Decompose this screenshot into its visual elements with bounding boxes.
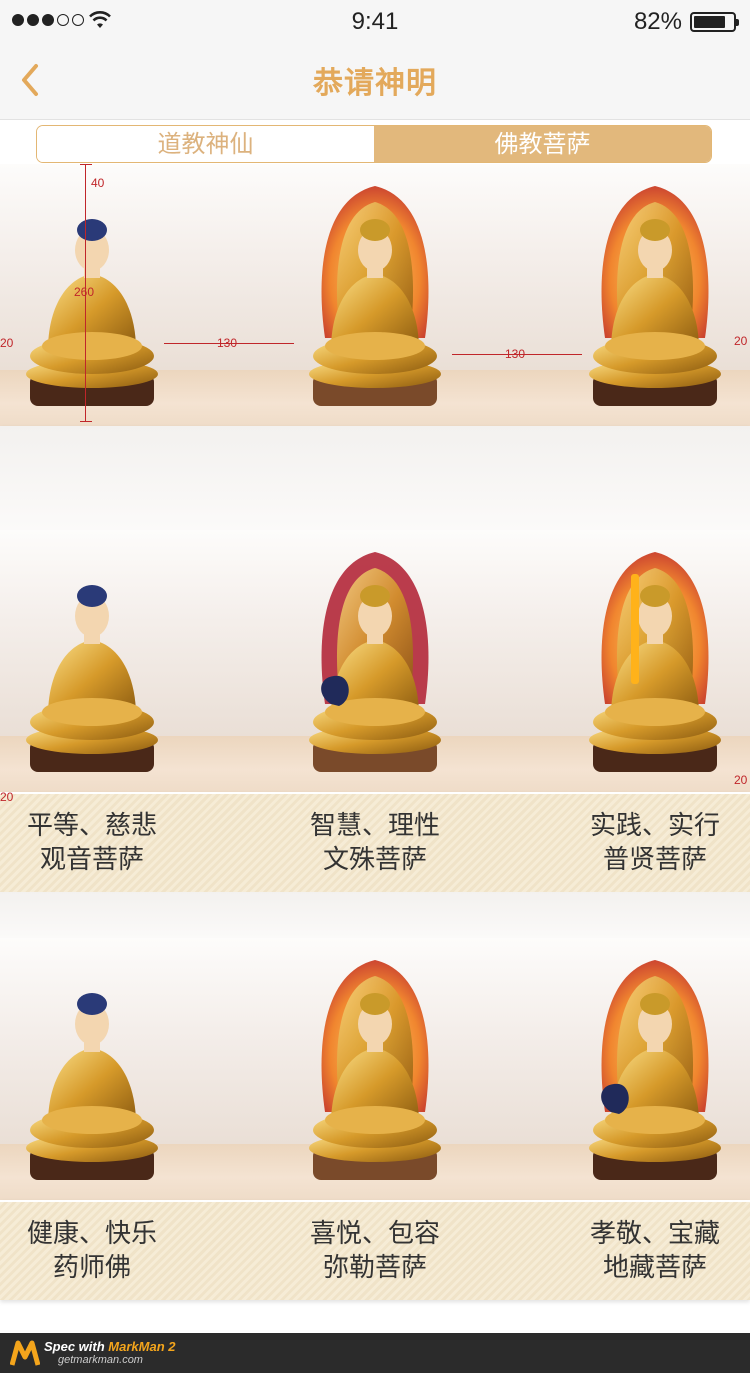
deity-name: 弥勒菩萨 [322, 1253, 427, 1283]
deity-card[interactable]: 健康、快乐 药师佛 [0, 938, 250, 1300]
footer-brand: Spec with MarkMan 2 [44, 1339, 176, 1354]
spec-height-label: 260 [74, 285, 95, 299]
tab-taoist[interactable]: 道教神仙 [37, 126, 374, 162]
deity-caption: 平等、慈悲 观音菩萨 [0, 809, 217, 877]
deity-virtue: 喜悦、包容 [309, 1219, 440, 1249]
deity-statue-image [309, 552, 441, 772]
spec-margin-left-label: 20 [0, 336, 14, 350]
spec-top-gap-label: 40 [91, 176, 105, 190]
nav-bar: 恭请神明 [0, 42, 750, 120]
deity-virtue: 实践、实行 [589, 811, 720, 841]
deity-card[interactable]: 喜悦、包容 弥勒菩萨 [250, 938, 500, 1300]
deity-statue-image [589, 960, 721, 1180]
deity-card[interactable]: 实践、实行 普贤菩萨 [500, 530, 750, 892]
row-separator [0, 426, 750, 530]
spec-margin-right-label: 20 [734, 773, 748, 787]
deity-statue-image [309, 186, 441, 406]
deity-caption: 孝敬、宝藏 地藏菩萨 [530, 1217, 750, 1285]
tab-buddhist[interactable]: 佛教菩萨 [374, 126, 711, 162]
footer-brand-name: MarkMan 2 [108, 1339, 176, 1354]
spec-gap-right-label: 130 [505, 347, 526, 361]
battery-percent: 82% [633, 8, 682, 35]
deity-card[interactable]: 智慧、理性 文殊菩萨 [250, 530, 500, 892]
deity-statue-image [26, 585, 158, 772]
spec-tick-bottom [80, 421, 92, 422]
deity-caption: 实践、实行 普贤菩萨 [530, 809, 750, 877]
category-segmented-control: 道教神仙 佛教菩萨 [36, 125, 712, 163]
deity-virtue: 智慧、理性 [309, 811, 440, 841]
deity-card[interactable]: 平等、慈悲 观音菩萨 [0, 530, 250, 892]
deity-name: 观音菩萨 [39, 845, 144, 875]
spec-gap-left-label: 130 [217, 336, 238, 350]
deity-caption: 智慧、理性 文殊菩萨 [250, 809, 500, 877]
deity-name: 药师佛 [52, 1253, 131, 1283]
spec-tick-top [80, 164, 92, 165]
markman-footer: Spec with MarkMan 2 getmarkman.com [0, 1333, 750, 1373]
footer-url: getmarkman.com [58, 1354, 143, 1366]
deity-statue-image [26, 993, 158, 1180]
status-bar: 9:41 82% [0, 0, 750, 42]
deity-statue-image [309, 960, 441, 1180]
page-title: 恭请神明 [313, 66, 437, 101]
deity-name: 普贤菩萨 [602, 845, 707, 875]
deity-statue-image [589, 552, 721, 772]
deity-name: 地藏菩萨 [602, 1253, 707, 1283]
markman-logo-icon [10, 1340, 40, 1366]
spec-margin-left-label: 20 [0, 790, 14, 804]
deity-caption: 喜悦、包容 弥勒菩萨 [250, 1217, 500, 1285]
deity-name: 文殊菩萨 [322, 845, 427, 875]
deity-statue-image [589, 186, 721, 406]
deity-card[interactable]: 孝敬、宝藏 地藏菩萨 [500, 938, 750, 1300]
deity-virtue: 健康、快乐 [26, 1219, 157, 1249]
deity-caption: 健康、快乐 药师佛 [0, 1217, 217, 1285]
deity-virtue: 平等、慈悲 [26, 811, 157, 841]
footer-brand-prefix: Spec with [44, 1339, 109, 1354]
spec-margin-right-label: 20 [734, 334, 748, 348]
row-separator [0, 892, 750, 938]
battery-icon [690, 12, 739, 32]
deity-virtue: 孝敬、宝藏 [589, 1219, 720, 1249]
